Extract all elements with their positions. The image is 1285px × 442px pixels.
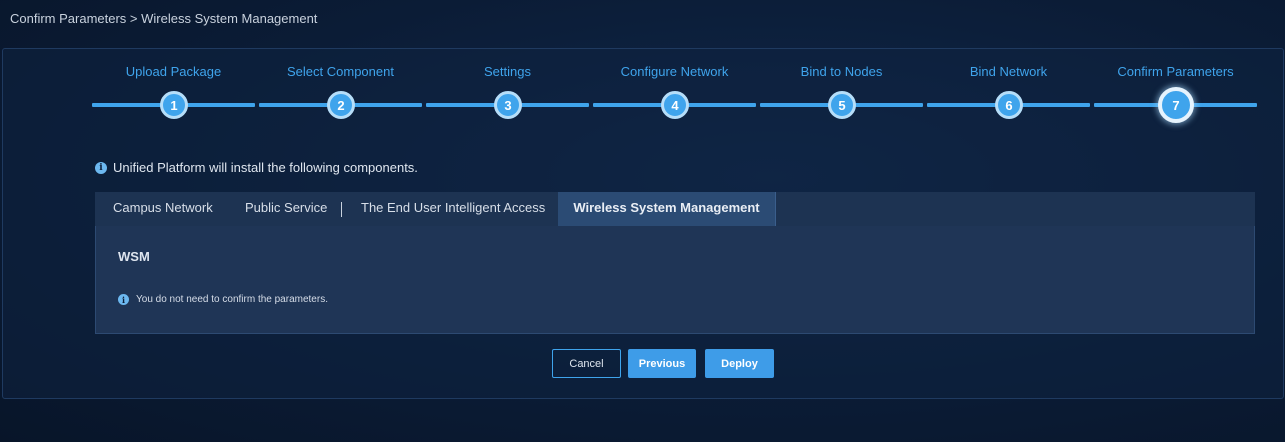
info-icon: i xyxy=(118,294,129,305)
step-select-component: Select Component 2 xyxy=(259,62,422,132)
tab-content-panel: WSM i You do not need to confirm the par… xyxy=(95,226,1255,334)
tab-campus-network[interactable]: Campus Network xyxy=(113,192,213,226)
step-label: Confirm Parameters xyxy=(1117,64,1234,79)
step-confirm-parameters: Confirm Parameters 7 xyxy=(1094,62,1257,132)
tab-wireless-system-management[interactable]: Wireless System Management xyxy=(558,192,776,226)
tab-separator xyxy=(341,202,342,217)
step-label: Configure Network xyxy=(620,64,729,79)
step-settings: Settings 3 xyxy=(426,62,589,132)
step-upload-package: Upload Package 1 xyxy=(92,62,255,132)
parameter-note: i You do not need to confirm the paramet… xyxy=(118,294,328,305)
step-bind-network: Bind Network 6 xyxy=(927,62,1090,132)
tab-public-service[interactable]: Public Service xyxy=(245,192,327,226)
step-number-badge: 6 xyxy=(995,91,1023,119)
step-label: Select Component xyxy=(287,64,394,79)
cancel-button[interactable]: Cancel xyxy=(552,349,621,378)
step-number-badge: 4 xyxy=(661,91,689,119)
step-label: Bind to Nodes xyxy=(800,64,883,79)
install-info-text: Unified Platform will install the follow… xyxy=(113,160,418,175)
step-number-badge: 3 xyxy=(494,91,522,119)
parameter-note-text: You do not need to confirm the parameter… xyxy=(136,294,328,305)
step-number-badge-active: 7 xyxy=(1158,87,1194,123)
step-label: Bind Network xyxy=(969,64,1048,79)
step-label: Settings xyxy=(484,64,531,79)
tab-end-user-intelligent-access[interactable]: The End User Intelligent Access xyxy=(361,192,545,226)
info-icon: i xyxy=(95,161,107,174)
wizard-stepper: Upload Package 1 Select Component 2 Sett… xyxy=(92,62,1257,132)
step-number-badge: 2 xyxy=(327,91,355,119)
step-configure-network: Configure Network 4 xyxy=(593,62,756,132)
component-title: WSM xyxy=(118,249,150,264)
step-number-badge: 1 xyxy=(160,91,188,119)
previous-button[interactable]: Previous xyxy=(628,349,696,378)
deploy-button[interactable]: Deploy xyxy=(705,349,774,378)
component-tabs: Campus Network Public Service The End Us… xyxy=(95,192,1255,226)
step-label: Upload Package xyxy=(125,64,222,79)
breadcrumb: Confirm Parameters > Wireless System Man… xyxy=(10,11,318,26)
step-bind-to-nodes: Bind to Nodes 5 xyxy=(760,62,923,132)
step-number-badge: 5 xyxy=(828,91,856,119)
install-info-message: i Unified Platform will install the foll… xyxy=(95,160,418,175)
